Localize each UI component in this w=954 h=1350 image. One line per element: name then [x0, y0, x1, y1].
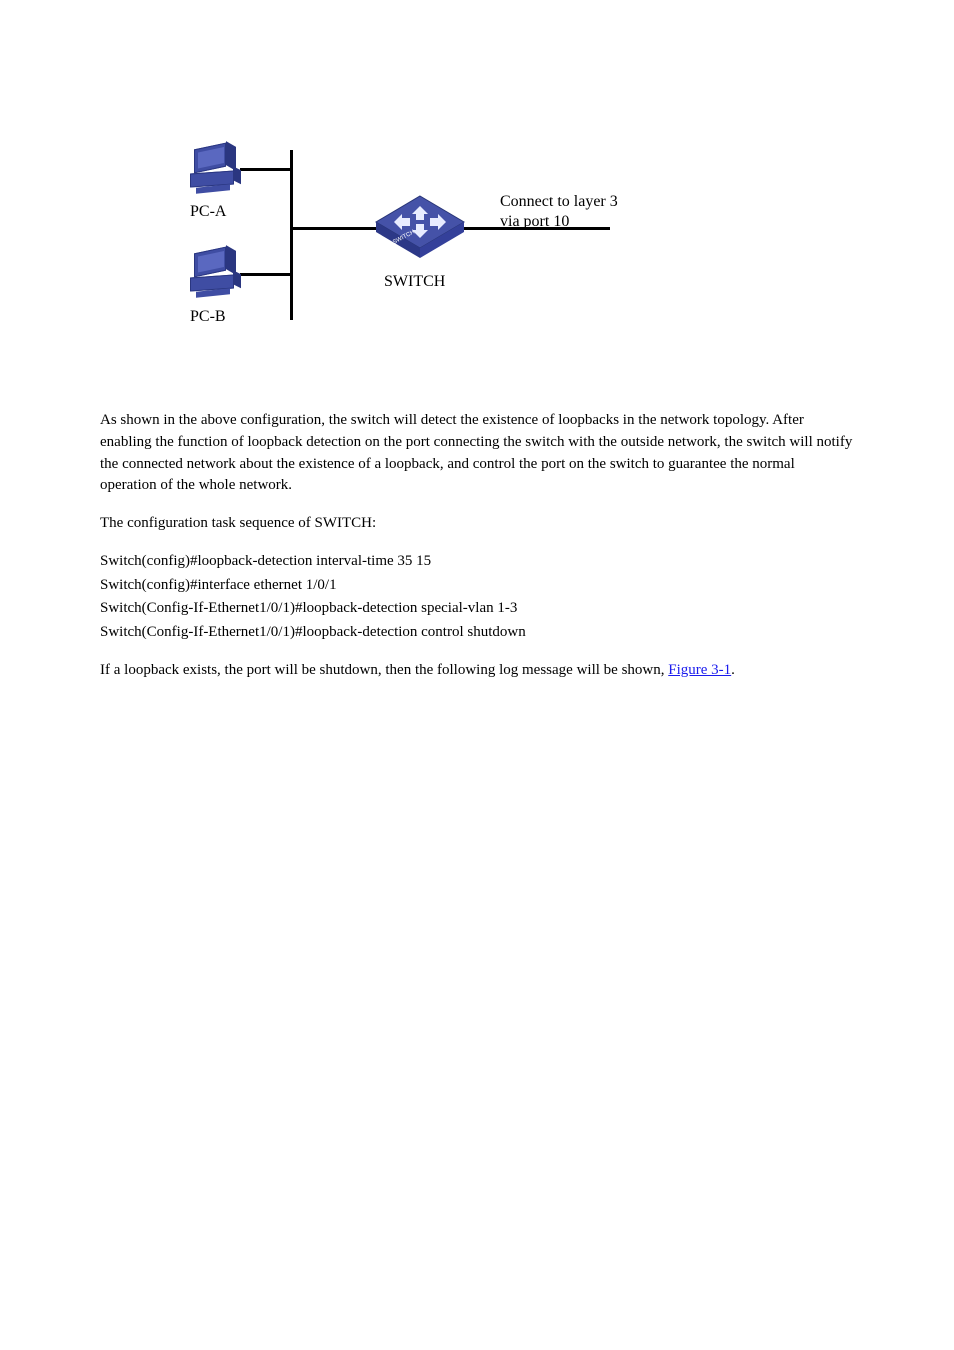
switch-icon: SWITCH — [370, 192, 470, 262]
bus-line — [290, 150, 293, 320]
cli-line-3: Switch(Config-If-Ethernet1/0/1)#loopback… — [100, 598, 854, 620]
paragraph-config-lead: The configuration task sequence of SWITC… — [100, 513, 854, 535]
pc-b-icon — [190, 250, 236, 294]
paragraph-result: If a loopback exists, the port will be s… — [100, 660, 854, 682]
switch-label: SWITCH — [384, 270, 445, 293]
cli-line-4: Switch(Config-If-Ethernet1/0/1)#loopback… — [100, 622, 854, 644]
pca-link — [240, 168, 290, 171]
uplink-label-2: via port 10 — [500, 210, 569, 233]
pc-b-label: PC-B — [190, 305, 226, 328]
pc-a-label: PC-A — [190, 200, 226, 223]
pcb-link — [240, 273, 290, 276]
paragraph-intro: As shown in the above configuration, the… — [100, 410, 854, 497]
p1-text: As shown in the above configuration, the… — [100, 412, 852, 493]
pc-a-icon — [190, 146, 236, 190]
cli-line-2: Switch(config)#interface ethernet 1/0/1 — [100, 575, 854, 597]
cli-line-1: Switch(config)#loopback-detection interv… — [100, 551, 854, 573]
p3-lead: If a loopback exists, the port will be s… — [100, 662, 668, 678]
figure-ref-link[interactable]: Figure 3-1 — [668, 662, 731, 678]
topology-diagram: PC-A PC-B SWITCH Connect to layer 3 via … — [140, 110, 700, 370]
